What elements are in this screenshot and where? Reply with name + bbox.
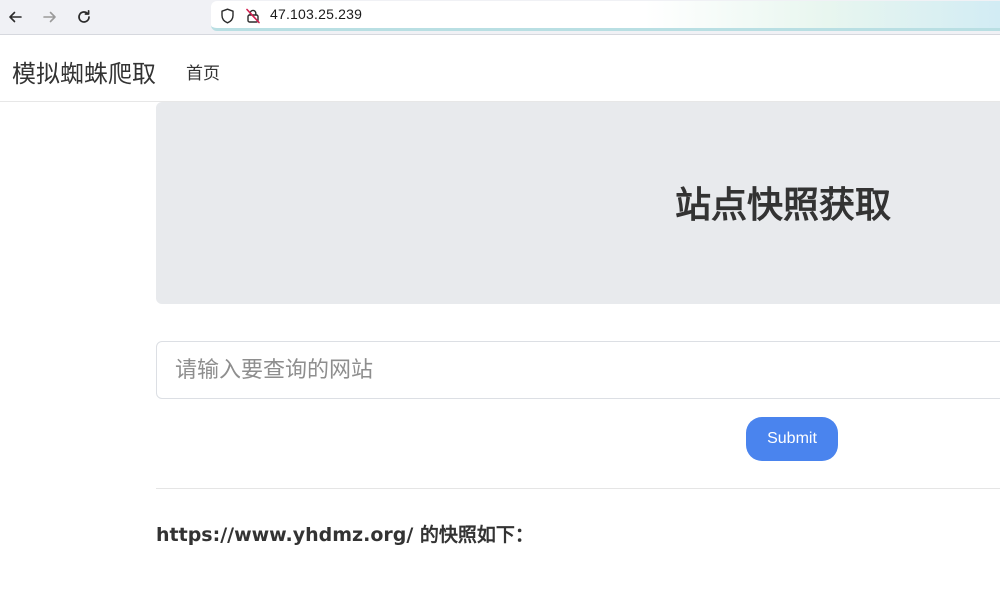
website-search-input[interactable] [156,341,1000,399]
site-brand[interactable]: 模拟蜘蛛爬取 [12,54,156,89]
submit-button[interactable]: Submit [746,417,838,461]
back-button[interactable] [3,5,27,29]
forward-button[interactable] [38,5,62,29]
nav-link-home[interactable]: 首页 [186,59,220,84]
browser-toolbar: 47.103.25.239 [0,0,1000,35]
site-navbar: 模拟蜘蛛爬取 首页 [0,35,1000,102]
divider [156,488,1000,489]
arrow-left-icon [9,11,22,23]
reload-button[interactable] [72,5,96,29]
snapshot-result-heading: https://www.yhdmz.org/ 的快照如下： [156,524,534,546]
address-bar[interactable]: 47.103.25.239 [211,1,1000,31]
jumbotron: 站点快照获取 [156,102,1000,304]
url-text[interactable]: 47.103.25.239 [270,6,362,22]
not-secure-lock-icon[interactable] [244,7,262,25]
reload-icon [78,9,90,23]
page-title: 站点快照获取 [675,185,892,226]
shield-icon[interactable] [218,7,236,25]
arrow-right-icon [43,11,56,23]
